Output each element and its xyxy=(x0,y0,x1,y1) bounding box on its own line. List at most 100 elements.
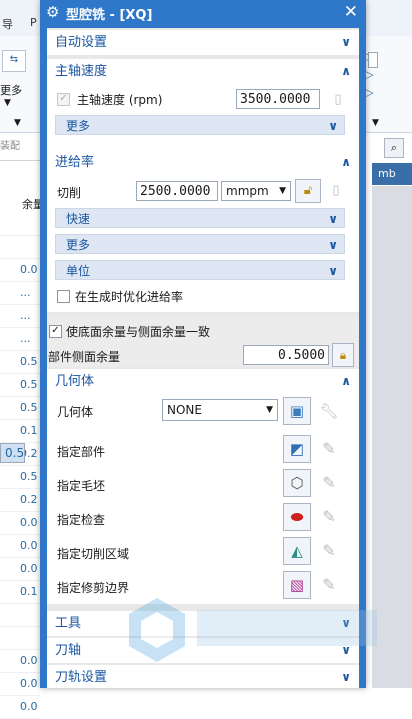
section-header[interactable]: 工具 ∨ xyxy=(47,611,359,636)
section-header[interactable]: 几何体 ∧ xyxy=(47,369,359,394)
list-item[interactable]: 0.2 xyxy=(0,489,40,512)
section-header[interactable]: 刀轨设置 ∨ xyxy=(47,665,359,688)
blank-icon[interactable]: ⬡ xyxy=(283,469,311,497)
ribbon-more-label[interactable]: 更多 xyxy=(0,82,22,98)
right-tab[interactable]: mb xyxy=(372,163,412,185)
section-title: 几何体 xyxy=(55,374,95,389)
section-path-settings[interactable]: 刀轨设置 ∨ xyxy=(47,665,359,688)
spindle-speed-checkbox[interactable]: ✓ xyxy=(57,93,70,106)
list-item[interactable] xyxy=(0,213,40,236)
lock-icon[interactable]: 🔒︎ xyxy=(332,343,354,367)
list-item-selected[interactable]: 0.5 xyxy=(0,443,26,463)
wrench-icon[interactable]: 🔧︎ xyxy=(315,397,343,425)
list-item[interactable] xyxy=(0,604,40,627)
new-geometry-icon[interactable]: ▣ xyxy=(283,397,311,425)
chevron-down-icon[interactable]: ∨ xyxy=(341,611,351,636)
section-header[interactable]: 刀轴 ∨ xyxy=(47,638,359,663)
geometry-select[interactable]: NONE ▼ xyxy=(162,399,278,421)
rapid-row[interactable]: 快速 ∨ xyxy=(55,208,345,228)
cut-feed-input[interactable]: 2500.0000 xyxy=(136,181,218,201)
flashlight-icon[interactable]: ✎ xyxy=(315,571,343,599)
right-tab-label: mb xyxy=(378,167,396,180)
search-icon[interactable]: ⌕ xyxy=(384,138,404,158)
close-icon[interactable]: ✕ xyxy=(344,2,358,22)
list-item[interactable]: 0.0 xyxy=(0,558,40,581)
chevron-down-icon[interactable]: ▼ xyxy=(266,400,273,420)
list-item[interactable]: 0.0 xyxy=(0,696,40,719)
section-header[interactable]: 自动设置 ∨ xyxy=(47,30,359,55)
list-item[interactable]: ... xyxy=(0,282,40,305)
chevron-down-icon[interactable]: ∨ xyxy=(328,116,338,136)
calculator-icon[interactable]: ▯ xyxy=(323,179,349,203)
background-list: 0.0 ... ... ... 0.5 0.5 0.5 0.1 0.5 0.2 … xyxy=(0,213,40,719)
list-item[interactable]: ... xyxy=(0,328,40,351)
section-auto-settings[interactable]: 自动设置 ∨ xyxy=(47,30,359,55)
geometry-item-label: 指定修剪边界 xyxy=(57,581,130,595)
background-menu-item[interactable]: 导 xyxy=(2,16,13,32)
list-item[interactable]: ... xyxy=(0,305,40,328)
part-icon[interactable]: ◩ xyxy=(283,435,311,463)
chevron-down-icon[interactable]: ▼ xyxy=(4,98,11,108)
section-tool[interactable]: 工具 ∨ xyxy=(47,611,359,636)
feed-unit-select[interactable]: mmpm ▼ xyxy=(221,181,291,201)
chevron-down-icon[interactable]: ▼ xyxy=(279,182,286,200)
graphics-area[interactable] xyxy=(372,186,412,688)
spindle-speed-input[interactable]: 3500.0000 xyxy=(236,89,320,109)
more-label: 更多 xyxy=(66,238,91,252)
chevron-up-icon[interactable]: ∧ xyxy=(341,150,351,175)
chevron-down-icon[interactable]: ∨ xyxy=(328,235,338,255)
geometry-label: 几何体 xyxy=(57,405,94,419)
side-stock-input[interactable]: 0.5000 xyxy=(243,345,329,365)
ribbon-play-icon[interactable]: ▷ xyxy=(365,68,373,81)
list-item[interactable]: 0.0 xyxy=(0,673,40,696)
list-item[interactable]: 0.0 xyxy=(0,650,40,673)
list-item[interactable]: 0.5 xyxy=(0,351,40,374)
unlock-icon[interactable]: 🔓︎ xyxy=(295,179,321,203)
flashlight-icon[interactable]: ✎ xyxy=(315,469,343,497)
chevron-down-icon[interactable]: ∨ xyxy=(328,209,338,229)
ribbon-play-icon[interactable]: ▷ xyxy=(365,86,373,99)
units-row[interactable]: 单位 ∨ xyxy=(55,260,345,280)
chevron-down-icon[interactable]: ▼ xyxy=(14,118,21,128)
chevron-down-icon[interactable]: ∨ xyxy=(341,665,351,688)
flashlight-icon[interactable]: ✎ xyxy=(315,537,343,565)
optimize-feed-checkbox[interactable] xyxy=(57,290,70,303)
optimize-feed-label: 在生成时优化进给率 xyxy=(75,290,184,304)
chevron-down-icon[interactable]: ∨ xyxy=(328,261,338,281)
list-item[interactable] xyxy=(0,236,40,259)
list-item[interactable] xyxy=(0,627,40,650)
section-header[interactable]: 主轴速度 ∧ xyxy=(47,59,359,84)
trim-boundary-icon[interactable]: ▧ xyxy=(283,571,311,599)
consistent-stock-label: 使底面余量与侧面余量一致 xyxy=(66,325,211,339)
check-icon[interactable]: ⬬ xyxy=(283,503,311,531)
chevron-down-icon[interactable]: ▼ xyxy=(372,118,379,128)
list-item[interactable]: 0.1 xyxy=(0,420,40,443)
spindle-more-row[interactable]: 更多 ∨ xyxy=(55,115,345,135)
list-item[interactable]: 0.5 xyxy=(0,374,40,397)
chevron-up-icon[interactable]: ∧ xyxy=(341,59,351,84)
list-item[interactable]: 0.5 xyxy=(0,397,40,420)
consistent-stock-checkbox[interactable]: ✓ xyxy=(49,325,62,338)
background-menu-item[interactable]: P xyxy=(30,16,37,29)
chevron-down-icon[interactable]: ∨ xyxy=(341,638,351,663)
list-item[interactable]: 0.0 xyxy=(0,535,40,558)
list-item[interactable]: 0.0 xyxy=(0,259,40,282)
chevron-down-icon[interactable]: ∨ xyxy=(341,30,351,55)
flashlight-icon[interactable]: ✎ xyxy=(315,435,343,463)
dialog-titlebar[interactable]: ⚙ 型腔铣 - [XQ] ✕ xyxy=(40,0,366,26)
list-item[interactable]: 0.0 xyxy=(0,512,40,535)
dropdown-icon[interactable] xyxy=(368,52,378,68)
list-item[interactable]: 0.5 xyxy=(0,466,40,489)
assembly-filter[interactable]: 装配 xyxy=(0,134,40,161)
calculator-icon[interactable]: ▯ xyxy=(325,88,351,112)
list-item[interactable]: 0.1 xyxy=(0,581,40,604)
geometry-item-label: 指定检查 xyxy=(57,513,106,527)
section-tool-axis[interactable]: 刀轴 ∨ xyxy=(47,638,359,663)
side-stock-label: 部件侧面余量 xyxy=(48,350,121,364)
feed-more-row[interactable]: 更多 ∨ xyxy=(55,234,345,254)
chevron-up-icon[interactable]: ∧ xyxy=(341,369,351,394)
ribbon-tool-icon[interactable]: ⇆ xyxy=(2,50,26,72)
flashlight-icon[interactable]: ✎ xyxy=(315,503,343,531)
cut-area-icon[interactable]: ◭ xyxy=(283,537,311,565)
section-header[interactable]: 进给率 ∧ xyxy=(47,150,359,175)
